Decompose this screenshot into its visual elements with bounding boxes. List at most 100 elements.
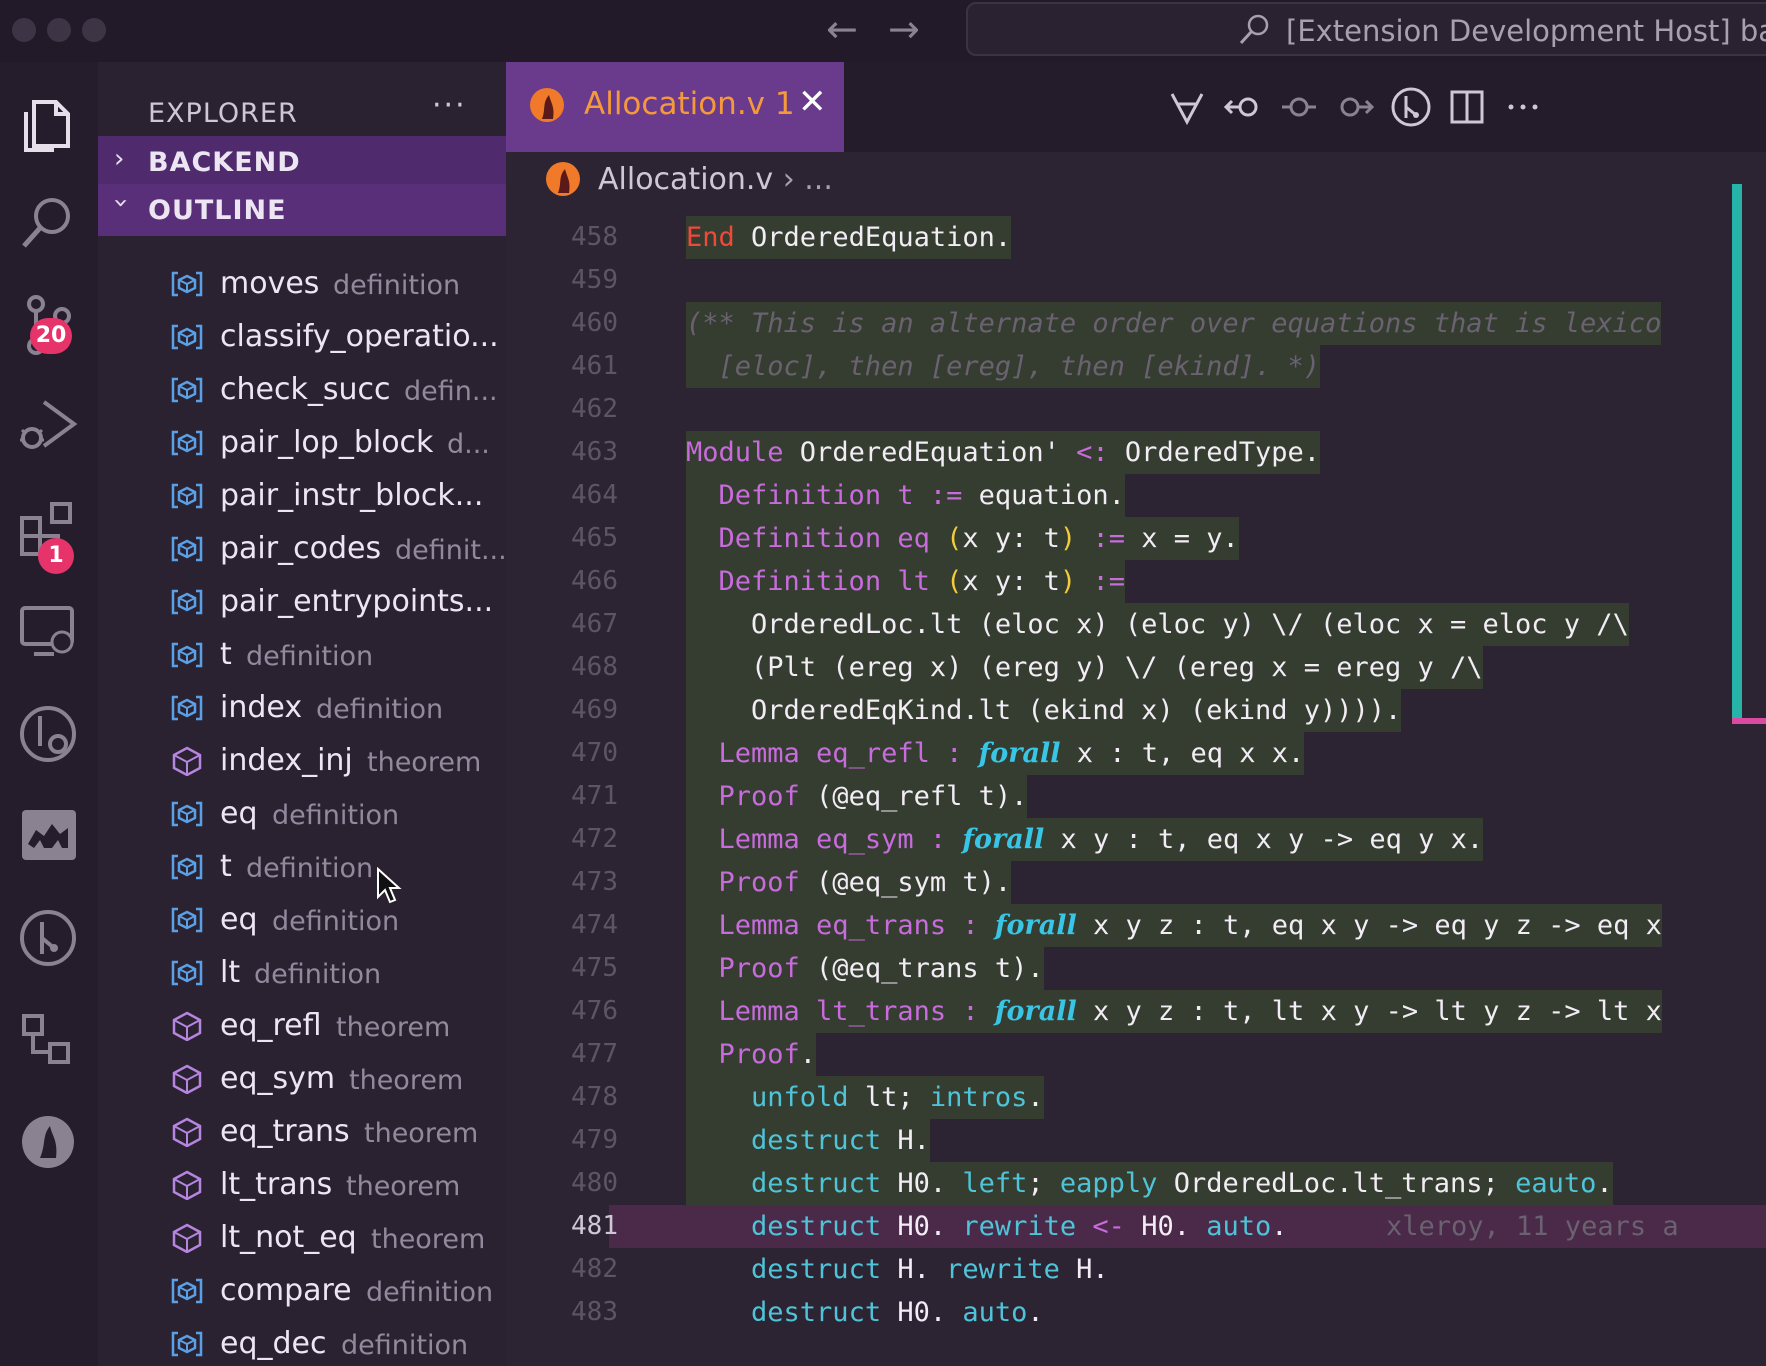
outline-item-kind: theorem [367,747,482,778]
git-lens-icon[interactable] [10,898,88,976]
theorem-icon [170,1064,204,1095]
breadcrumb-file[interactable]: Allocation.v › ... [598,162,833,197]
outline-item-kind: definition [272,800,400,831]
explorer-icon[interactable] [10,84,88,162]
outline-item[interactable]: t definition [98,841,506,894]
outline-item[interactable]: lt_not_eq theorem [98,1212,506,1265]
code-line: 473 Proof (@eq_sym t). [506,861,1766,904]
outline-item[interactable]: pair_entrypoints... [98,576,506,629]
outline-item-kind: definition [246,853,374,884]
outline-item-name: t [220,849,232,884]
command-center-search[interactable]: [Extension Development Host] back [966,2,1766,56]
more-actions-icon[interactable] [1502,86,1544,128]
outline-item-kind: definit... [395,535,506,566]
breadcrumb: Allocation.v › ... [506,152,1766,208]
outline-item[interactable]: eq definition [98,788,506,841]
sidebar: EXPLORER ··· › BACKEND › OUTLINE moves de… [98,62,506,1366]
outline-item-name: index [220,690,303,725]
section-backend[interactable]: › BACKEND [98,136,506,188]
code-line: 479 destruct H. [506,1119,1766,1162]
outline-item[interactable]: classify_operatio... [98,311,506,364]
outline-item-kind: definition [316,694,444,725]
code-line: 461 [eloc], then [ereg], then [ekind]. *… [506,345,1766,388]
outline-item[interactable]: eq_sym theorem [98,1053,506,1106]
git-graph-icon[interactable] [1390,86,1432,128]
split-editor-icon[interactable] [1446,86,1488,128]
outline-item[interactable]: eq_trans theorem [98,1106,506,1159]
outline-item-name: compare [220,1273,352,1308]
minimize-window-button[interactable] [47,18,71,42]
close-window-button[interactable] [12,18,36,42]
outline-item[interactable]: pair_instr_block... [98,470,506,523]
code-line: 482 destruct H. rewrite H. [571,1254,1109,1285]
outline-item[interactable]: pair_lop_block d... [98,417,506,470]
search-icon[interactable] [10,184,88,262]
back-arrow-icon[interactable]: ← [826,6,858,52]
chevron-down-icon: › [106,197,137,209]
step-back-icon[interactable] [1222,86,1264,128]
definition-icon [170,852,204,882]
outline-item[interactable]: pair_codes definit... [98,523,506,576]
outline-item-name: t [220,637,232,672]
outline-item-kind: theorem [371,1224,486,1255]
coq-file-icon [530,88,564,122]
maximize-window-button[interactable] [82,18,106,42]
outline-item[interactable]: index definition [98,682,506,735]
section-backend-label: BACKEND [148,147,301,178]
title-bar: ← → [Extension Development Host] back [0,0,1766,62]
outline-item[interactable]: lt_trans theorem [98,1159,506,1212]
code-line: 480 destruct H0. left; eapply OrderedLoc… [506,1162,1766,1205]
outline-item-kind: theorem [346,1171,461,1202]
git-blame-annotation: xleroy, 11 years a [1386,1211,1679,1242]
mouse-pointer-icon [377,867,402,904]
outline-item[interactable]: eq_dec definition [98,1318,506,1366]
run-debug-icon[interactable] [10,388,88,466]
outline-item[interactable]: compare definition [98,1265,506,1318]
tab-allocation-v[interactable]: Allocation.v 1 ✕ [506,62,844,152]
processed-region-marker [1732,184,1742,722]
coq-file-icon [546,162,580,196]
definition-icon [170,375,204,405]
outline-item-name: pair_entrypoints... [220,584,494,619]
connections-icon[interactable] [10,1000,88,1078]
outline-item[interactable]: index_inj theorem [98,735,506,788]
close-icon[interactable]: ✕ [798,82,827,122]
definition-icon [170,587,204,617]
outline-item-name: moves [220,266,320,301]
source-control-icon[interactable]: 20 [10,286,88,364]
outline-item-name: eq_refl [220,1008,322,1043]
outline-item[interactable]: check_succ defin... [98,364,506,417]
outline-item-name: pair_instr_block... [220,478,484,513]
definition-icon [170,481,204,511]
interpret-to-point-icon[interactable] [1278,86,1320,128]
definition-icon [170,428,204,458]
git-graph-icon[interactable] [10,694,88,772]
extensions-icon[interactable]: 1 [10,490,88,574]
outline-item-name: index_inj [220,743,353,778]
remote-explorer-icon[interactable] [10,592,88,670]
ocaml-camel-icon[interactable] [10,796,88,874]
code-line: 459 [571,265,618,295]
definition-icon [170,905,204,935]
step-forward-icon[interactable] [1334,86,1376,128]
code-area[interactable]: 458 End OrderedEquation. 459 460 (** This … [506,208,1766,1366]
code-line: 476 Lemma lt_trans : forall x y z : t, l… [506,990,1766,1033]
outline-item-kind: definition [333,270,461,301]
outline-item[interactable]: lt definition [98,947,506,1000]
section-outline[interactable]: › OUTLINE [98,184,506,236]
coq-forall-icon[interactable] [1166,86,1208,128]
outline-item[interactable]: eq_refl theorem [98,1000,506,1053]
coq-rooster-icon[interactable] [10,1102,88,1180]
cursor-position-marker [1732,718,1766,724]
explorer-more-icon[interactable]: ··· [432,88,467,123]
definition-icon [170,322,204,352]
outline-item[interactable]: eq definition [98,894,506,947]
forward-arrow-icon[interactable]: → [888,6,920,52]
outline-item-name: pair_codes [220,531,382,566]
tab-label: Allocation.v 1 [584,86,795,122]
outline-item-kind: definition [366,1277,494,1308]
outline-item[interactable]: t definition [98,629,506,682]
outline-item[interactable]: moves definition [98,258,506,311]
section-outline-label: OUTLINE [148,195,287,226]
definition-icon [170,1276,204,1306]
